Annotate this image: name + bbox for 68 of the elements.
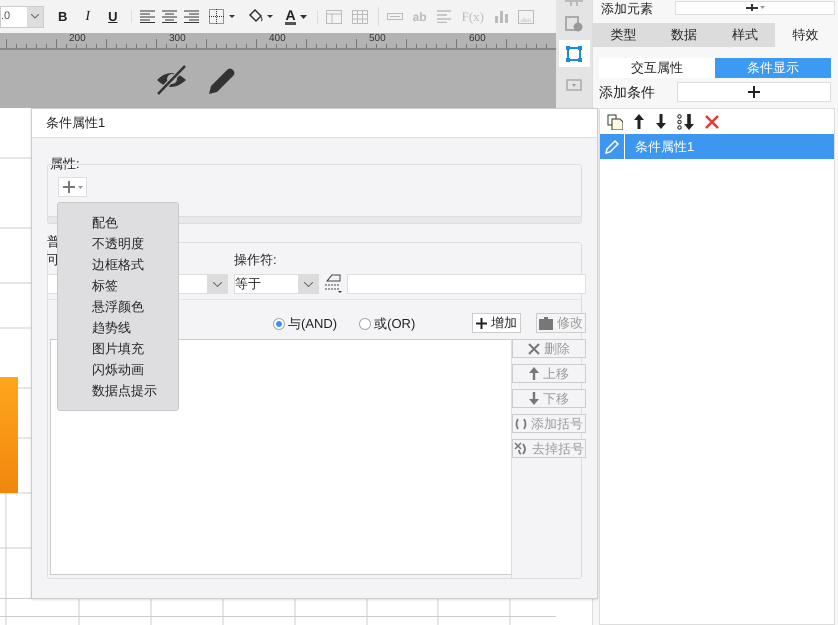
caret-icon[interactable] [300, 14, 307, 18]
underline-button[interactable]: U [104, 6, 122, 26]
menu-item[interactable]: 边框格式 [58, 254, 178, 275]
frame-button[interactable] [558, 40, 590, 67]
square-frame-icon [566, 46, 582, 62]
arrow-down-icon[interactable] [655, 114, 667, 129]
arrow-down-icon [529, 392, 539, 405]
radio-button[interactable] [359, 318, 372, 330]
operator-label: 操作符: [234, 252, 277, 268]
font-color-button[interactable]: A [285, 8, 296, 25]
close-icon[interactable] [705, 114, 719, 128]
caret-icon [31, 14, 39, 19]
eye-slash-icon[interactable] [155, 65, 188, 95]
arrow-up-icon[interactable] [633, 114, 645, 129]
plus-icon [748, 86, 760, 98]
move-bottom-icon[interactable] [677, 114, 695, 130]
label: 添加元素 [601, 0, 653, 16]
italic-button[interactable]: I [81, 6, 94, 27]
label: 增加 [491, 314, 517, 332]
add-button[interactable]: 增加 [472, 313, 521, 333]
align-center-icon[interactable] [162, 10, 178, 23]
label: 添加条件 [599, 82, 656, 102]
radio-label[interactable]: 或(OR) [374, 314, 416, 334]
ruler-label: 300 [169, 33, 186, 45]
menu-item[interactable]: 趋势线 [58, 317, 178, 338]
label: 修改 [557, 314, 583, 332]
plus-icon [745, 4, 765, 12]
brackets-icon [515, 418, 527, 430]
arrow-up-icon [529, 367, 539, 380]
chevron-down-icon [304, 282, 312, 286]
plus-icon [476, 318, 487, 328]
menu-item[interactable]: 闪烁动画 [58, 359, 178, 380]
radio-button[interactable] [273, 318, 285, 330]
table-info-icon[interactable] [565, 16, 583, 32]
dialog-title: 条件属性1 [46, 114, 106, 132]
ruler-label: 400 [269, 33, 286, 45]
align-left-icon[interactable] [140, 10, 156, 23]
menu-item[interactable]: 数据点提示 [58, 380, 178, 401]
menu-item[interactable]: 悬浮颜色 [58, 296, 178, 317]
fill-bucket-icon[interactable] [247, 8, 276, 24]
add-property-button[interactable] [58, 177, 87, 197]
menu-item[interactable]: 图片填充 [58, 338, 178, 359]
dropdown-box-icon[interactable] [566, 79, 582, 91]
value-text: .0 [1, 9, 12, 24]
ruler-label: 200 [69, 33, 86, 45]
menu-item[interactable]: 配色 [58, 212, 178, 233]
plus-icon [62, 181, 82, 193]
menu-item[interactable]: 标签 [58, 275, 178, 296]
close-icon [528, 342, 540, 354]
copy-icon[interactable] [607, 114, 623, 130]
pencil-icon [605, 140, 619, 154]
chevron-down-icon [212, 282, 222, 286]
operator-select[interactable]: 等于 [234, 274, 319, 294]
bold-button[interactable]: B [54, 6, 72, 26]
brackets-cross-icon [514, 442, 528, 455]
radio-label[interactable]: 与(AND) [288, 314, 338, 334]
value-input[interactable] [347, 274, 586, 294]
menu-item[interactable]: 不透明度 [58, 233, 178, 254]
align-right-icon[interactable] [184, 10, 200, 23]
ruler-label: 500 [369, 33, 386, 45]
border-icon[interactable] [209, 9, 238, 24]
ruler-label: 600 [469, 33, 486, 45]
abc-value-icon[interactable] [324, 273, 342, 293]
pencil-icon[interactable] [207, 66, 237, 96]
tab[interactable]: 特效 [775, 23, 836, 47]
text-field-icon[interactable] [386, 12, 403, 20]
font-size-field[interactable]: .0 [0, 6, 44, 28]
value-text: 等于 [235, 275, 262, 294]
